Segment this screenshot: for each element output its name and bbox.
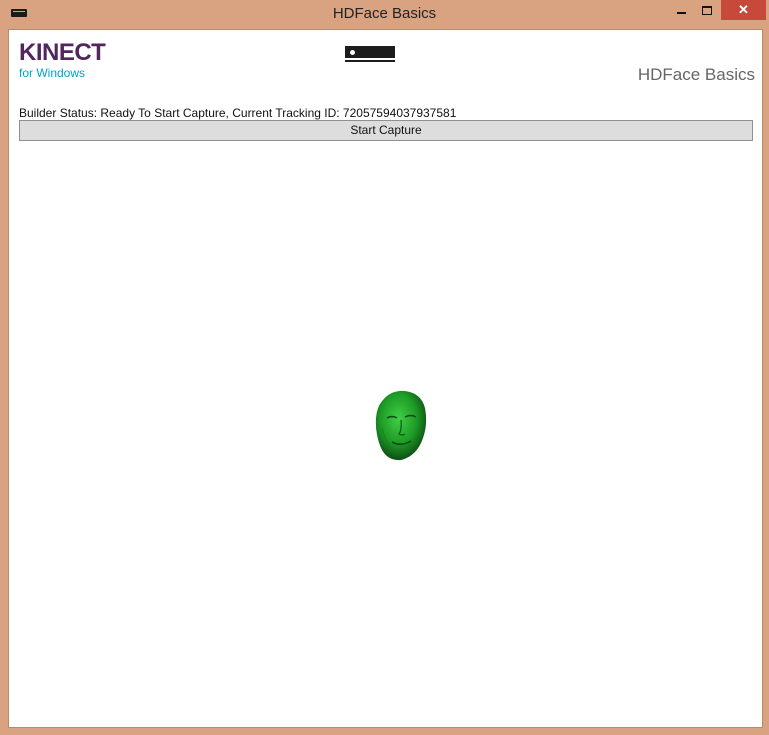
title-bar[interactable]: HDFace Basics ✕: [0, 0, 769, 28]
maximize-icon: [702, 5, 712, 15]
kinect-logo: KINECT: [19, 39, 106, 66]
maximize-button[interactable]: [694, 0, 720, 20]
app-title: HDFace Basics: [637, 65, 755, 84]
face-mesh: [375, 390, 427, 461]
close-button[interactable]: ✕: [721, 0, 766, 20]
builder-status-text: Builder Status: Ready To Start Capture, …: [19, 106, 457, 120]
face-viewport: [19, 145, 751, 721]
minimize-button[interactable]: [668, 0, 694, 20]
app-window: HDFace Basics ✕ KINECT for Windows HDFac…: [0, 0, 769, 735]
minimize-icon: [676, 12, 686, 14]
kinect-logo-subtitle: for Windows: [19, 66, 86, 80]
kinect-sensor-icon: [345, 46, 395, 64]
close-icon: ✕: [738, 2, 749, 17]
start-capture-button[interactable]: Start Capture: [19, 120, 753, 141]
window-title: HDFace Basics: [332, 5, 437, 22]
client-area: KINECT for Windows HDFace Basics Builder…: [8, 29, 763, 728]
